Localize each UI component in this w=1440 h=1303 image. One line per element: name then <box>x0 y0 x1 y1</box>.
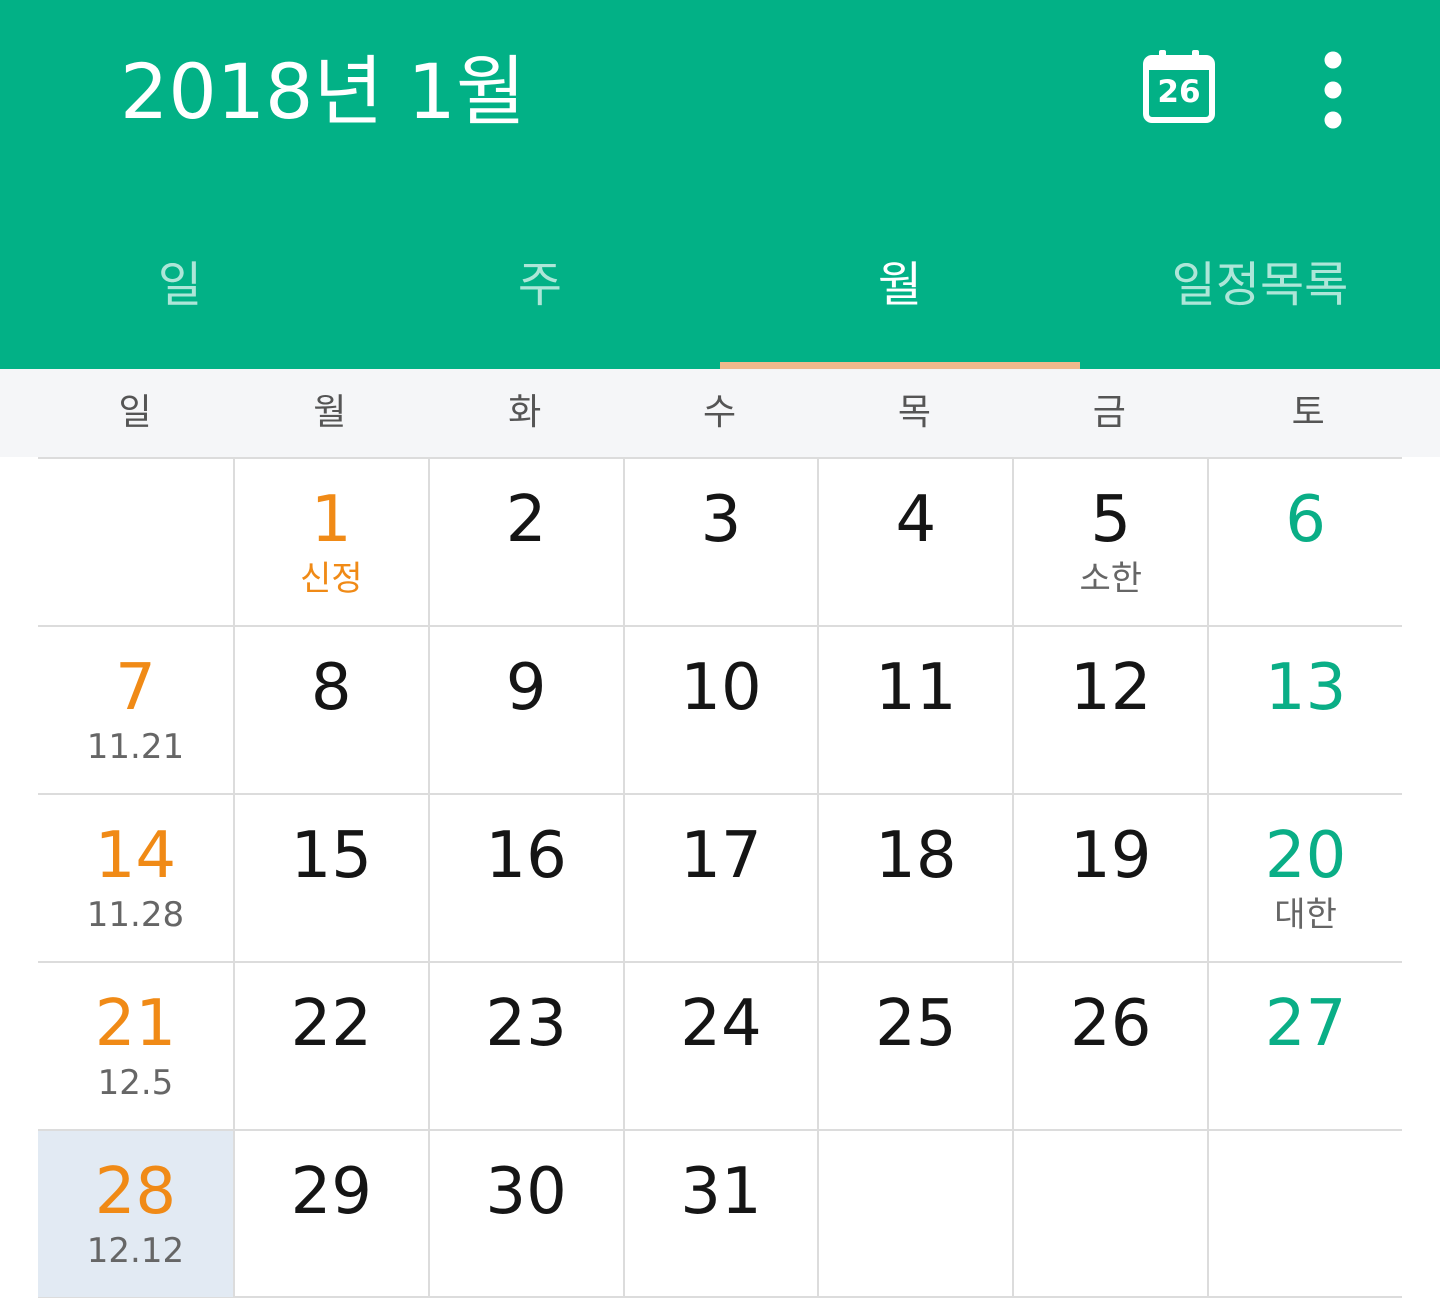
weekday-label-sat: 토 <box>1291 392 1325 433</box>
day-number: 29 <box>290 1155 372 1229</box>
more-vert-icon <box>1324 51 1342 129</box>
day-cell-12[interactable]: 12 <box>1012 625 1208 793</box>
day-number: 2 <box>505 483 547 557</box>
day-cell-30[interactable]: 30 <box>427 1129 623 1297</box>
empty-day-cell <box>38 457 233 625</box>
day-cell-6[interactable]: 6 <box>1207 457 1403 625</box>
day-number: 22 <box>290 987 372 1061</box>
tab-schedule-list[interactable]: 일정목록 <box>1080 250 1440 360</box>
day-cell-21[interactable]: 21 12.5 <box>38 961 233 1129</box>
weekday-label-wed: 수 <box>703 392 737 433</box>
day-number: 13 <box>1264 651 1347 725</box>
day-cell-25[interactable]: 25 <box>817 961 1013 1129</box>
empty-day-cell <box>817 1129 1013 1297</box>
day-number: 11 <box>875 651 957 725</box>
day-number: 15 <box>290 819 372 893</box>
day-number: 25 <box>875 987 957 1061</box>
lunar-date-label: 12.5 <box>97 1063 174 1103</box>
overflow-menu-button[interactable] <box>1300 48 1366 132</box>
weekday-label-mon: 월 <box>313 392 347 433</box>
day-cell-31[interactable]: 31 <box>622 1129 818 1297</box>
day-cell-22[interactable]: 22 <box>232 961 428 1129</box>
day-cell-15[interactable]: 15 <box>232 793 428 961</box>
day-number: 9 <box>505 651 547 725</box>
day-number: 30 <box>485 1155 567 1229</box>
day-number: 12 <box>1070 651 1152 725</box>
day-cell-4[interactable]: 4 <box>817 457 1013 625</box>
day-number: 17 <box>680 819 762 893</box>
weekday-label-sun: 일 <box>118 392 152 433</box>
day-number: 27 <box>1264 987 1347 1061</box>
day-number: 1 <box>310 483 352 557</box>
day-number: 16 <box>485 819 567 893</box>
app-bar: 2018년 1월 26 일 주 월 일정목록 <box>0 0 1440 369</box>
tab-day[interactable]: 일 <box>0 250 360 360</box>
day-cell-16[interactable]: 16 <box>427 793 623 961</box>
day-cell-27[interactable]: 27 <box>1207 961 1403 1129</box>
holiday-label: 신정 <box>300 559 363 599</box>
day-number: 4 <box>895 483 937 557</box>
day-cell-9[interactable]: 9 <box>427 625 623 793</box>
day-number: 7 <box>115 651 156 725</box>
lunar-date-label: 12.12 <box>86 1231 185 1271</box>
day-cell-1[interactable]: 1 신정 <box>232 457 428 625</box>
day-number: 23 <box>485 987 567 1061</box>
day-cell-20[interactable]: 20 대한 <box>1207 793 1403 961</box>
holiday-label: 소한 <box>1079 559 1142 599</box>
day-number: 10 <box>680 651 762 725</box>
day-number: 21 <box>94 987 177 1061</box>
day-cell-3[interactable]: 3 <box>622 457 818 625</box>
day-cell-28[interactable]: 28 12.12 <box>38 1129 233 1297</box>
weekday-header: 일월화수목금토 <box>0 369 1440 457</box>
day-number: 31 <box>680 1155 762 1229</box>
day-cell-23[interactable]: 23 <box>427 961 623 1129</box>
day-number: 28 <box>94 1155 177 1229</box>
day-number: 8 <box>310 651 352 725</box>
tab-month[interactable]: 월 <box>720 250 1080 360</box>
tab-indicator <box>720 362 1080 369</box>
day-cell-26[interactable]: 26 <box>1012 961 1208 1129</box>
day-cell-5[interactable]: 5 소한 <box>1012 457 1208 625</box>
day-number: 14 <box>94 819 177 893</box>
day-cell-7[interactable]: 7 11.21 <box>38 625 233 793</box>
lunar-date-label: 11.28 <box>86 895 185 935</box>
day-cell-19[interactable]: 19 <box>1012 793 1208 961</box>
day-number: 6 <box>1285 483 1326 557</box>
day-cell-2[interactable]: 2 <box>427 457 623 625</box>
day-number: 5 <box>1090 483 1132 557</box>
today-date-label: 26 <box>1157 74 1201 110</box>
day-cell-29[interactable]: 29 <box>232 1129 428 1297</box>
day-cell-8[interactable]: 8 <box>232 625 428 793</box>
day-number: 18 <box>875 819 957 893</box>
day-cell-14[interactable]: 14 11.28 <box>38 793 233 961</box>
empty-day-cell <box>1012 1129 1208 1297</box>
day-cell-17[interactable]: 17 <box>622 793 818 961</box>
day-cell-13[interactable]: 13 <box>1207 625 1403 793</box>
tab-week[interactable]: 주 <box>360 250 720 360</box>
today-button[interactable]: 26 <box>1140 48 1218 126</box>
day-number: 26 <box>1070 987 1152 1061</box>
weekday-label-tue: 화 <box>508 392 542 433</box>
day-cell-18[interactable]: 18 <box>817 793 1013 961</box>
day-cell-10[interactable]: 10 <box>622 625 818 793</box>
day-number: 19 <box>1070 819 1152 893</box>
holiday-label: 대한 <box>1274 895 1337 935</box>
day-number: 3 <box>700 483 742 557</box>
day-number: 24 <box>680 987 762 1061</box>
weekday-label-thu: 목 <box>897 392 931 433</box>
month-title[interactable]: 2018년 1월 <box>120 46 526 138</box>
day-cell-11[interactable]: 11 <box>817 625 1013 793</box>
day-cell-24[interactable]: 24 <box>622 961 818 1129</box>
empty-day-cell <box>1207 1129 1403 1297</box>
month-grid: 1 신정 2 3 4 5 소한 6 7 11.21 8 9 10 11 12 13 14 11.28 15 16 17 1… <box>38 457 1403 1298</box>
weekday-label-fri: 금 <box>1092 392 1126 433</box>
lunar-date-label: 11.21 <box>86 727 185 767</box>
day-number: 20 <box>1264 819 1347 893</box>
